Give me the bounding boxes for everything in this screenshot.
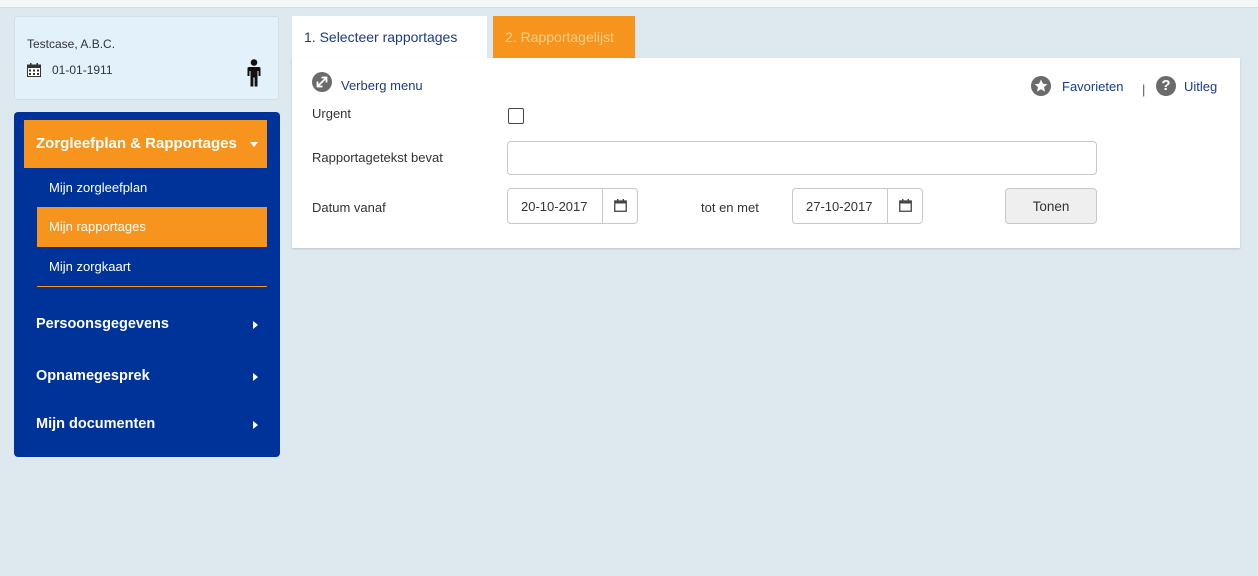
sidebar-item-label: Persoonsgegevens: [36, 316, 169, 332]
sidebar-section-label: Zorgleefplan & Rapportages: [36, 135, 237, 152]
patient-birth-date: 01-01-1911: [52, 63, 113, 77]
date-from-value: 20-10-2017: [521, 199, 588, 214]
tab-rapportagelijst[interactable]: 2. Rapportagelijst: [493, 16, 635, 58]
sidebar-item-label: Mijn zorgkaart: [49, 259, 131, 274]
report-text-label: Rapportagetekst bevat: [312, 150, 443, 165]
sidebar-item-persoonsgegevens[interactable]: Persoonsgegevens: [24, 304, 267, 344]
report-text-input[interactable]: [507, 141, 1097, 175]
sidebar-item-label: Mijn zorgleefplan: [49, 180, 148, 195]
hide-menu-link[interactable]: Verberg menu: [341, 78, 423, 93]
urgent-checkbox[interactable]: [508, 108, 524, 124]
sidebar-item-mijn-zorgkaart[interactable]: Mijn zorgkaart: [37, 247, 267, 287]
date-from-field[interactable]: 20-10-2017: [507, 188, 638, 224]
caret-right-icon: [253, 421, 258, 429]
sidebar-item-label: Mijn documenten: [36, 416, 156, 432]
person-icon: [247, 59, 261, 87]
sidebar-divider: [37, 286, 267, 287]
urgent-label: Urgent: [312, 106, 352, 121]
sidebar-item-mijn-rapportages[interactable]: Mijn rapportages: [37, 207, 267, 247]
favorites-link[interactable]: Favorieten: [1062, 79, 1123, 94]
calendar-icon: [614, 199, 627, 212]
date-to-value: 27-10-2017: [806, 199, 873, 214]
sidebar-item-label: Mijn rapportages: [49, 219, 146, 234]
sidebar-item-label: Opnamegesprek: [36, 368, 150, 384]
sidebar-item-opnamegesprek[interactable]: Opnamegesprek: [24, 356, 267, 396]
sidebar: Zorgleefplan & Rapportages Mijn zorgleef…: [14, 112, 280, 457]
date-from-calendar-button[interactable]: [602, 189, 637, 223]
help-link[interactable]: Uitleg: [1184, 79, 1217, 94]
date-to-calendar-button[interactable]: [887, 189, 922, 223]
tab-selecteer-rapportages[interactable]: 1. Selecteer rapportages: [292, 16, 487, 58]
sidebar-item-mijn-documenten[interactable]: Mijn documenten: [24, 404, 267, 444]
patient-card: Testcase, A.B.C. 01-01-1911: [14, 16, 279, 100]
help-icon[interactable]: ?: [1156, 76, 1176, 96]
selection-panel: Verberg menu Favorieten | ? Uitleg Urgen…: [292, 58, 1240, 248]
tab-label: 2. Rapportagelijst: [505, 29, 614, 45]
caret-right-icon: [253, 373, 258, 381]
expand-icon[interactable]: [312, 72, 332, 92]
date-from-label: Datum vanaf: [312, 200, 386, 215]
patient-name: Testcase, A.B.C.: [27, 37, 116, 51]
caret-right-icon: [253, 321, 258, 329]
sidebar-section-zorgleefplan[interactable]: Zorgleefplan & Rapportages: [24, 120, 267, 168]
sidebar-item-mijn-zorgleefplan[interactable]: Mijn zorgleefplan: [37, 168, 267, 208]
calendar-icon: [899, 199, 912, 212]
caret-down-icon: [250, 142, 258, 147]
calendar-icon: [27, 63, 41, 77]
date-to-field[interactable]: 27-10-2017: [792, 188, 923, 224]
show-button[interactable]: Tonen: [1005, 188, 1097, 224]
help-icon-glyph: ?: [1161, 77, 1171, 94]
top-bar: [0, 0, 1258, 8]
toolbar-separator: |: [1142, 82, 1146, 97]
tab-label: 1. Selecteer rapportages: [304, 29, 458, 45]
star-icon[interactable]: [1031, 76, 1051, 96]
date-until-label: tot en met: [701, 200, 759, 215]
